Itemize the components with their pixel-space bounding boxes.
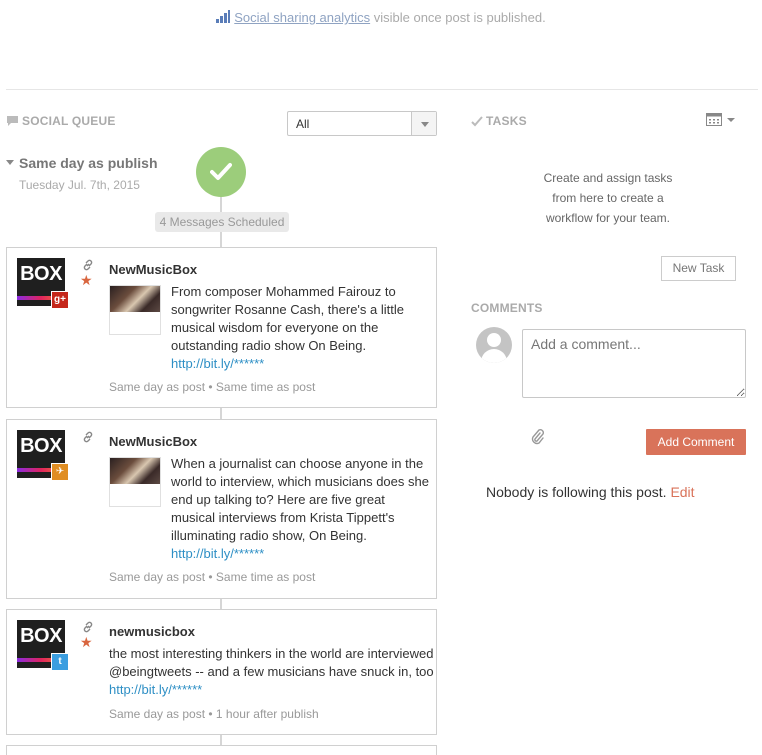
post-url[interactable]: http://bit.ly/******: [171, 356, 264, 371]
chevron-down-icon[interactable]: [727, 118, 735, 122]
link-icon[interactable]: [81, 620, 95, 634]
box-logo: BOX: [20, 263, 62, 285]
social-post-card[interactable]: BOX g+ ★ NewMusicBox From composer Moham…: [6, 247, 437, 408]
group-title-text: Same day as publish: [19, 155, 158, 171]
post-text: When a journalist can choose anyone in t…: [171, 456, 429, 543]
box-logo: BOX: [20, 625, 62, 647]
analytics-note-text: visible once post is published.: [370, 10, 546, 25]
section-divider: [6, 89, 758, 90]
followers-status: Nobody is following this post. Edit: [486, 484, 695, 500]
post-url[interactable]: http://bit.ly/******: [171, 546, 264, 561]
social-post-card[interactable]: [6, 745, 437, 755]
post-text: From composer Mohammed Fairouz to songwr…: [171, 284, 404, 353]
comments-heading: COMMENTS: [471, 301, 543, 315]
tasks-help-text: Create and assign tasks from here to cre…: [543, 171, 673, 225]
speech-bubble-icon: [7, 116, 18, 126]
paperclip-icon[interactable]: [530, 428, 544, 446]
published-check-icon: [196, 147, 246, 197]
link-icon[interactable]: [81, 430, 95, 444]
post-thumbnail: [109, 285, 161, 335]
social-queue-heading: SOCIAL QUEUE: [22, 114, 116, 128]
box-logo: BOX: [20, 435, 62, 457]
post-message: From composer Mohammed Fairouz to songwr…: [171, 283, 421, 373]
account-name: newmusicbox: [109, 624, 195, 639]
new-task-button[interactable]: New Task: [661, 256, 736, 281]
post-message: the most interesting thinkers in the wor…: [109, 645, 434, 699]
social-post-card[interactable]: BOX t ★ newmusicbox the most interesting…: [6, 609, 437, 735]
post-timing: Same day as post • Same time as post: [109, 380, 316, 394]
collapse-triangle-icon[interactable]: [6, 160, 14, 165]
star-icon[interactable]: ★: [80, 272, 93, 289]
share-plane-icon: ✈: [51, 463, 69, 481]
social-post-card[interactable]: BOX ✈ NewMusicBox When a journalist can …: [6, 419, 437, 599]
analytics-link[interactable]: Social sharing analytics: [234, 10, 370, 25]
google-plus-icon: g+: [51, 291, 69, 309]
add-comment-button[interactable]: Add Comment: [646, 429, 746, 455]
calendar-grid-icon[interactable]: [706, 113, 722, 126]
account-name: NewMusicBox: [109, 262, 198, 277]
analytics-note: Social sharing analytics visible once po…: [0, 10, 762, 26]
group-title[interactable]: Same day as publish: [6, 155, 158, 171]
post-text: the most interesting thinkers in the wor…: [109, 646, 434, 679]
queue-filter-value: All: [296, 117, 310, 131]
chevron-down-icon[interactable]: [411, 112, 436, 135]
account-name: NewMusicBox: [109, 434, 198, 449]
post-url[interactable]: http://bit.ly/******: [109, 682, 202, 697]
social-queue-header: SOCIAL QUEUE: [6, 114, 116, 128]
edit-followers-link[interactable]: Edit: [670, 484, 694, 500]
group-date: Tuesday Jul. 7th, 2015: [19, 178, 140, 192]
user-avatar-icon: [476, 327, 512, 363]
star-icon[interactable]: ★: [80, 634, 93, 651]
post-timing: Same day as post • Same time as post: [109, 570, 316, 584]
queue-filter-select[interactable]: All: [287, 111, 437, 136]
post-thumbnail: [109, 457, 161, 507]
checkmark-icon: [471, 116, 483, 127]
following-text: Nobody is following this post.: [486, 484, 667, 500]
post-timing: Same day as post • 1 hour after publish: [109, 707, 319, 721]
task-view-menu[interactable]: [706, 113, 735, 131]
messages-scheduled-badge: 4 Messages Scheduled: [155, 212, 289, 232]
bar-chart-icon: [216, 10, 231, 26]
post-message: When a journalist can choose anyone in t…: [171, 455, 429, 563]
tasks-header: TASKS: [471, 114, 527, 128]
comment-input[interactable]: [522, 329, 746, 398]
link-icon[interactable]: [81, 258, 95, 272]
tasks-heading: TASKS: [486, 114, 527, 128]
twitter-icon: t: [51, 653, 69, 671]
